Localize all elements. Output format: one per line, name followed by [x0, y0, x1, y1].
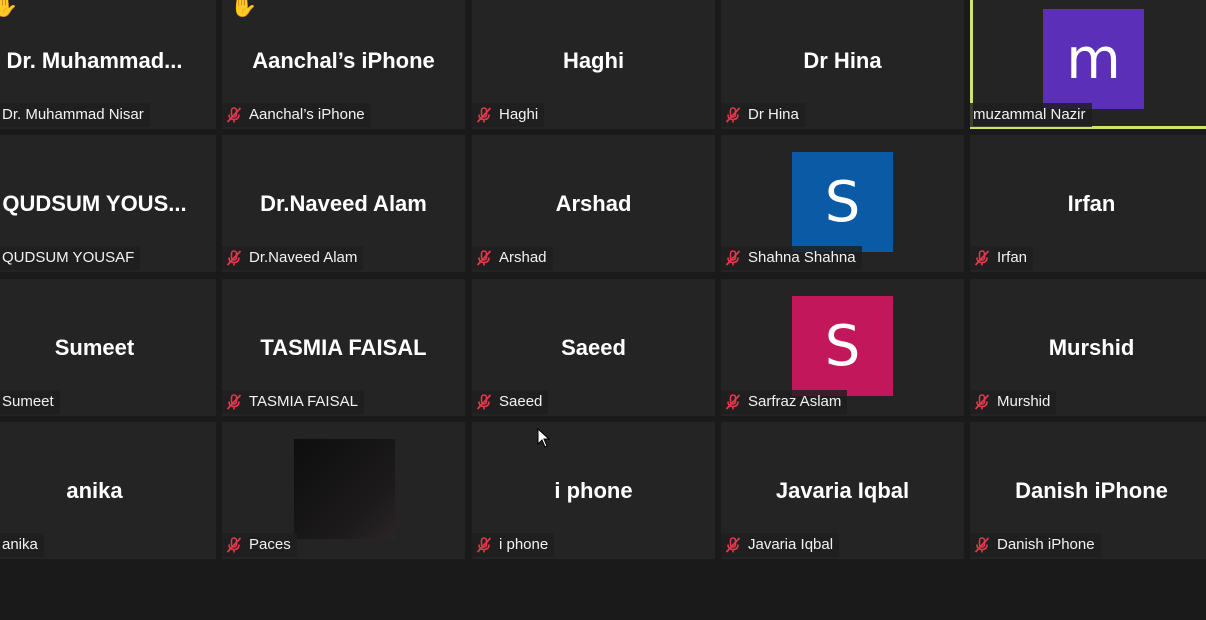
participant-tile[interactable]: Dr.Naveed Alam Dr.Naveed Alam — [222, 135, 465, 272]
participant-name-text: Sumeet — [2, 393, 54, 410]
microphone-muted-icon — [226, 537, 242, 553]
participant-name-text: Sarfraz Aslam — [748, 393, 842, 410]
participant-name-label: Paces — [222, 533, 297, 557]
microphone-muted-icon — [476, 394, 492, 410]
participant-name-text: Irfan — [997, 249, 1028, 266]
participant-display-name: Saeed — [561, 334, 626, 360]
participant-display-name: i phone — [554, 477, 633, 503]
participant-name-label: Shahna Shahna — [721, 246, 862, 270]
participant-name-text: Shahna Shahna — [748, 249, 856, 266]
participant-name-text: Haghi — [499, 106, 539, 123]
microphone-muted-icon — [725, 250, 741, 266]
participant-name-label: Sumeet — [0, 390, 60, 414]
participant-display-name: Aanchal’s iPhone — [252, 47, 435, 73]
participant-name-label: Dr.Naveed Alam — [222, 246, 364, 270]
participant-name-text: Murshid — [997, 393, 1051, 410]
microphone-muted-icon — [476, 250, 492, 266]
participant-name-label: muzammal Nazir — [970, 103, 1092, 127]
participant-name-text: Aanchal’s iPhone — [249, 106, 365, 123]
participant-name-label: Arshad — [472, 246, 553, 270]
participant-name-text: Javaria Iqbal — [748, 536, 834, 553]
video-gallery: Dr. Muhammad... ✋ Dr. Muhammad Nisar Aancha… — [0, 0, 1206, 620]
participant-name-text: Dr.Naveed Alam — [249, 249, 358, 266]
participant-tile[interactable]: QUDSUM YOUS... QUDSUM YOUSAF — [0, 135, 216, 272]
participant-display-name: QUDSUM YOUS... — [2, 190, 187, 216]
participant-tile[interactable]: m muzammal Nazir — [970, 0, 1206, 129]
participant-name-label: Aanchal’s iPhone — [222, 103, 371, 127]
participant-name-label: Irfan — [970, 246, 1034, 270]
participant-name-label: Sarfraz Aslam — [721, 390, 848, 414]
participant-name-label: Saeed — [472, 390, 549, 414]
participant-name-text: Arshad — [499, 249, 547, 266]
participant-name-label: i phone — [472, 533, 555, 557]
participant-display-name: TASMIA FAISAL — [260, 334, 427, 360]
microphone-muted-icon — [725, 537, 741, 553]
participant-display-name: Dr.Naveed Alam — [260, 190, 427, 216]
participant-name-label: TASMIA FAISAL — [222, 390, 364, 414]
participant-name-label: Murshid — [970, 390, 1057, 414]
participant-display-name: Murshid — [1048, 334, 1135, 360]
participant-tile[interactable]: anika anika — [0, 422, 216, 559]
microphone-muted-icon — [725, 107, 741, 123]
microphone-muted-icon — [725, 394, 741, 410]
participant-name-text: Saeed — [499, 393, 543, 410]
participant-display-name: Haghi — [562, 47, 625, 73]
participant-name-label: Danish iPhone — [970, 533, 1101, 557]
participant-tile[interactable]: Javaria Iqbal Javaria Iqbal — [721, 422, 964, 559]
participant-tile[interactable]: Haghi Haghi — [472, 0, 715, 129]
participant-video — [294, 439, 395, 539]
raised-hand-icon: ✋ — [230, 0, 258, 18]
participant-name-label: Javaria Iqbal — [721, 533, 840, 557]
participant-display-name: Arshad — [555, 190, 632, 216]
participant-tile[interactable]: Saeed Saeed — [472, 279, 715, 416]
participant-display-name: anika — [66, 477, 123, 503]
microphone-muted-icon — [974, 394, 990, 410]
participant-name-text: QUDSUM YOUSAF — [2, 249, 135, 266]
participant-avatar: S — [792, 296, 893, 396]
participant-tile[interactable]: Dr Hina Dr Hina — [721, 0, 964, 129]
raised-hand-icon: ✋ — [0, 0, 19, 18]
participant-display-name: Irfan — [1067, 190, 1116, 216]
participant-avatar: m — [1043, 9, 1144, 109]
participant-display-name: Danish iPhone — [1015, 477, 1168, 503]
mouse-cursor-icon — [537, 428, 551, 448]
participant-avatar: S — [792, 152, 893, 252]
microphone-muted-icon — [226, 250, 242, 266]
participant-tile[interactable]: S Sarfraz Aslam — [721, 279, 964, 416]
participant-display-name: Dr. Muhammad... — [6, 47, 183, 73]
participant-tile[interactable]: Arshad Arshad — [472, 135, 715, 272]
participant-tile[interactable]: Dr. Muhammad... ✋ Dr. Muhammad Nisar — [0, 0, 216, 129]
participant-tile[interactable]: Paces — [222, 422, 465, 559]
participant-name-text: muzammal Nazir — [973, 106, 1086, 123]
participant-name-label: anika — [0, 533, 44, 557]
microphone-muted-icon — [226, 394, 242, 410]
participant-display-name: Dr Hina — [803, 47, 882, 73]
participant-name-text: Dr. Muhammad Nisar — [2, 106, 144, 123]
participant-name-label: Dr. Muhammad Nisar — [0, 103, 150, 127]
participant-tile[interactable]: Murshid Murshid — [970, 279, 1206, 416]
participant-name-text: Paces — [249, 536, 291, 553]
microphone-muted-icon — [226, 107, 242, 123]
participant-display-name: Javaria Iqbal — [775, 477, 910, 503]
participant-name-text: anika — [2, 536, 38, 553]
participant-name-label: Haghi — [472, 103, 545, 127]
microphone-muted-icon — [974, 250, 990, 266]
participant-tile[interactable]: Irfan Irfan — [970, 135, 1206, 272]
participant-tile[interactable]: Aanchal’s iPhone ✋ Aanchal’s iPhone — [222, 0, 465, 129]
microphone-muted-icon — [974, 537, 990, 553]
participant-display-name: Sumeet — [54, 334, 135, 360]
participant-name-text: TASMIA FAISAL — [249, 393, 358, 410]
participant-tile[interactable]: TASMIA FAISAL TASMIA FAISAL — [222, 279, 465, 416]
participant-name-text: i phone — [499, 536, 549, 553]
participant-name-label: Dr Hina — [721, 103, 805, 127]
participant-name-label: QUDSUM YOUSAF — [0, 246, 141, 270]
participant-tile[interactable]: S Shahna Shahna — [721, 135, 964, 272]
participant-tile[interactable]: i phone i phone — [472, 422, 715, 559]
participant-tile[interactable]: Danish iPhone Danish iPhone — [970, 422, 1206, 559]
microphone-muted-icon — [476, 537, 492, 553]
participant-tile[interactable]: Sumeet Sumeet — [0, 279, 216, 416]
microphone-muted-icon — [476, 107, 492, 123]
participant-name-text: Dr Hina — [748, 106, 799, 123]
participant-name-text: Danish iPhone — [997, 536, 1095, 553]
